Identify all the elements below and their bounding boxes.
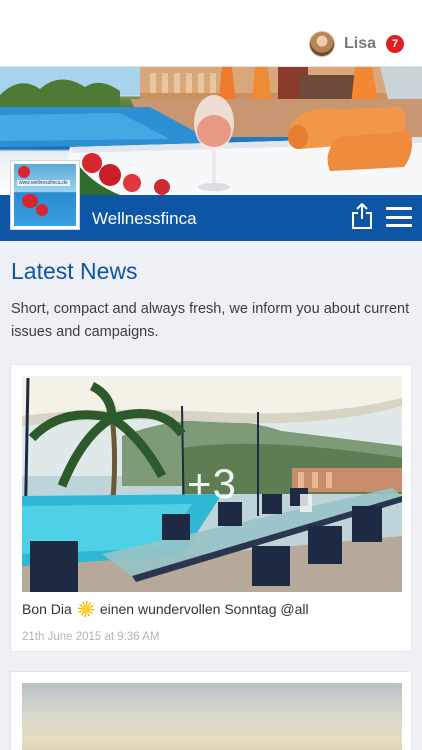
- post-text: Bon Dia einen wundervollen Sonntag @all: [22, 601, 309, 617]
- logo-flower-icon: [36, 204, 48, 216]
- brand-logo[interactable]: www.wellnessfinca.de: [10, 160, 80, 230]
- hamburger-menu-button[interactable]: [386, 207, 412, 227]
- share-icon: [352, 203, 372, 229]
- logo-flower-icon: [22, 194, 38, 208]
- notification-badge[interactable]: 7: [386, 35, 404, 53]
- latest-news-intro: Short, compact and always fresh, we info…: [11, 301, 410, 340]
- user-avatar[interactable]: [308, 31, 335, 57]
- site-name: Wellnessfinca: [92, 209, 197, 228]
- post-photo[interactable]: [22, 683, 402, 750]
- top-bar: Lisa 7: [0, 0, 422, 67]
- sun-icon: [77, 601, 94, 617]
- post-text-greeting: Bon Dia: [22, 601, 72, 617]
- user-menu[interactable]: Lisa 7: [308, 30, 404, 58]
- more-photos-count[interactable]: +3: [22, 376, 402, 592]
- post-photo[interactable]: +3: [22, 376, 402, 592]
- latest-news-heading: Latest News: [11, 258, 138, 284]
- user-name[interactable]: Lisa: [344, 35, 376, 53]
- logo-image: www.wellnessfinca.de: [14, 164, 76, 226]
- news-post-card[interactable]: [10, 671, 412, 750]
- logo-flower-icon: [18, 166, 30, 178]
- menu-line: [386, 215, 412, 219]
- menu-line: [386, 207, 412, 210]
- menu-line: [386, 224, 412, 227]
- logo-url-text: www.wellnessfinca.de: [17, 180, 70, 186]
- post-timestamp: 21th June 2015 at 9:36 AM: [22, 631, 160, 643]
- post-text-message: einen wundervollen Sonntag @all: [99, 601, 309, 617]
- news-post-card[interactable]: +3 Bon Dia einen wundervollen Sonntag @a…: [10, 364, 412, 652]
- share-button[interactable]: [351, 203, 373, 229]
